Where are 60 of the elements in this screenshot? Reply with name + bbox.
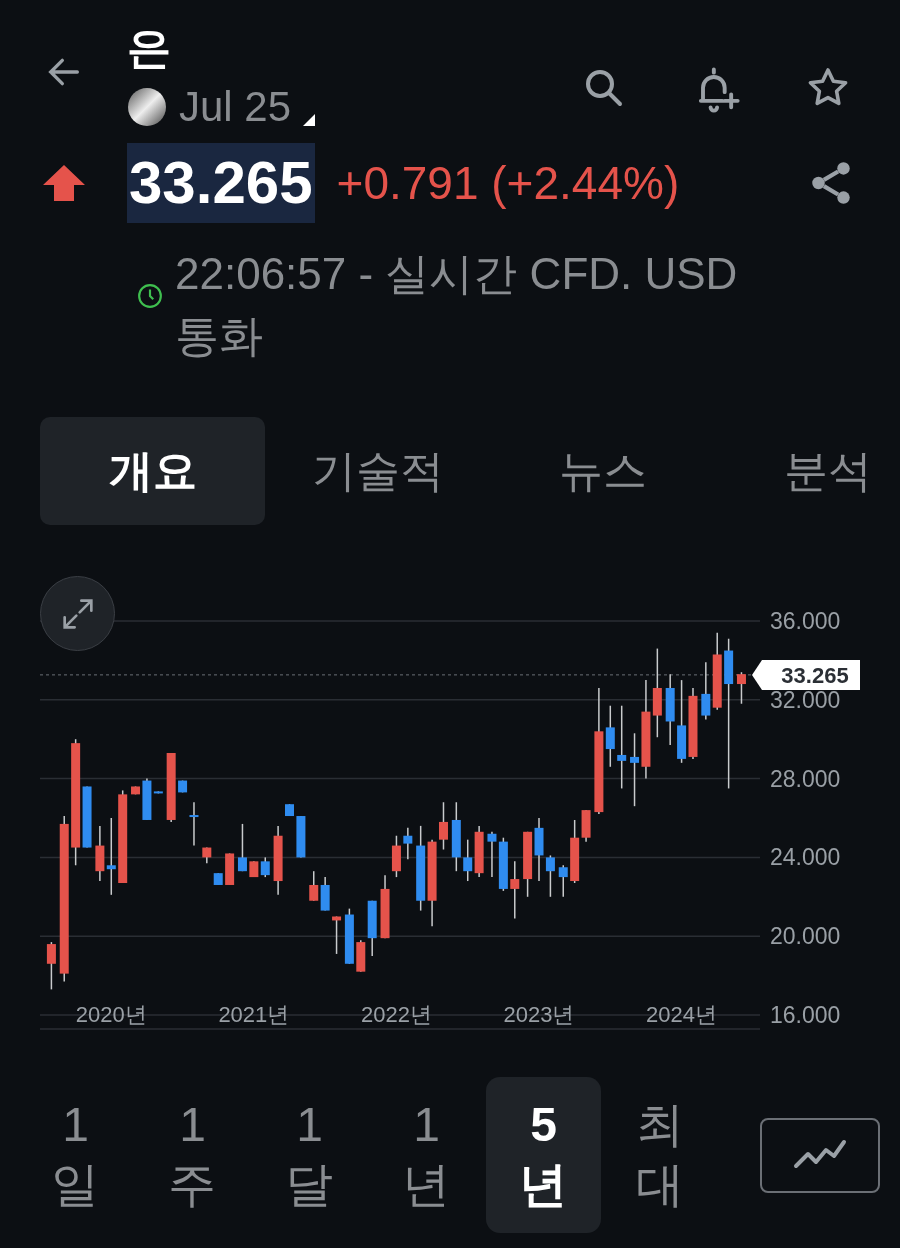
candle xyxy=(285,803,294,817)
candle xyxy=(260,856,270,878)
candle xyxy=(736,671,746,705)
candle xyxy=(498,836,508,892)
year-axis-label: 2020년 xyxy=(75,1002,147,1027)
range-button[interactable]: 1 년 xyxy=(369,1077,484,1233)
price-axis-label: 28.000 xyxy=(770,765,841,792)
price-axis-label: 24.000 xyxy=(770,844,841,871)
candle xyxy=(309,870,319,902)
candle xyxy=(273,825,283,896)
candle xyxy=(46,941,56,991)
candle xyxy=(451,801,461,872)
candle xyxy=(332,915,342,955)
candle xyxy=(558,864,568,898)
year-axis-label: 2021년 xyxy=(218,1002,290,1027)
range-button[interactable]: 1 주 xyxy=(135,1077,250,1233)
candle xyxy=(474,825,484,878)
year-axis-label: 2024년 xyxy=(646,1002,718,1027)
candle xyxy=(463,838,473,882)
candle xyxy=(439,801,448,851)
chart-type-button[interactable] xyxy=(760,1117,880,1193)
dropdown-triangle-icon xyxy=(303,114,316,126)
instrument-title: 은 xyxy=(127,22,171,74)
coin-icon xyxy=(127,87,167,127)
candle xyxy=(701,661,711,721)
last-price-tag: 33.265 xyxy=(752,659,860,690)
ref-line-label: 33.265 xyxy=(781,662,849,688)
candle xyxy=(213,872,223,886)
candle xyxy=(403,827,413,861)
price-value: 33.265 xyxy=(127,143,315,223)
tab[interactable]: 개요 xyxy=(40,417,265,525)
price-change: +0.791 (+2.44%) xyxy=(336,155,680,211)
contract-selector[interactable]: Jul 25 xyxy=(127,82,316,132)
candle xyxy=(320,876,330,912)
candle xyxy=(249,860,259,878)
candle xyxy=(178,779,188,794)
tab[interactable]: 뉴스 xyxy=(490,417,715,525)
range-button[interactable]: 최대 xyxy=(603,1077,718,1233)
range-button[interactable]: 5 년 xyxy=(486,1077,601,1233)
candle xyxy=(296,815,306,859)
range-button[interactable]: 1 일 xyxy=(18,1077,133,1233)
candle xyxy=(202,846,212,865)
candle xyxy=(225,852,235,886)
candle xyxy=(510,860,520,920)
quote-timestamp: 22:06:57 - 실시간 CFD. USD 통화 xyxy=(175,248,739,362)
candle xyxy=(166,752,176,823)
candle xyxy=(95,825,105,882)
price-axis-label: 36.000 xyxy=(770,608,841,634)
tab[interactable]: 기술적 xyxy=(265,417,490,525)
candle xyxy=(523,831,533,898)
year-axis-label: 2022년 xyxy=(360,1002,432,1027)
range-button[interactable]: 1 달 xyxy=(252,1077,367,1233)
tab[interactable]: 분석 xyxy=(715,417,900,525)
candle xyxy=(344,907,354,965)
candle xyxy=(237,823,247,872)
price-axis-label: 16.000 xyxy=(770,1002,841,1028)
candle xyxy=(189,801,199,847)
price-axis-label: 20.000 xyxy=(770,923,841,950)
year-axis-label: 2023년 xyxy=(503,1002,575,1027)
candle xyxy=(487,831,497,878)
